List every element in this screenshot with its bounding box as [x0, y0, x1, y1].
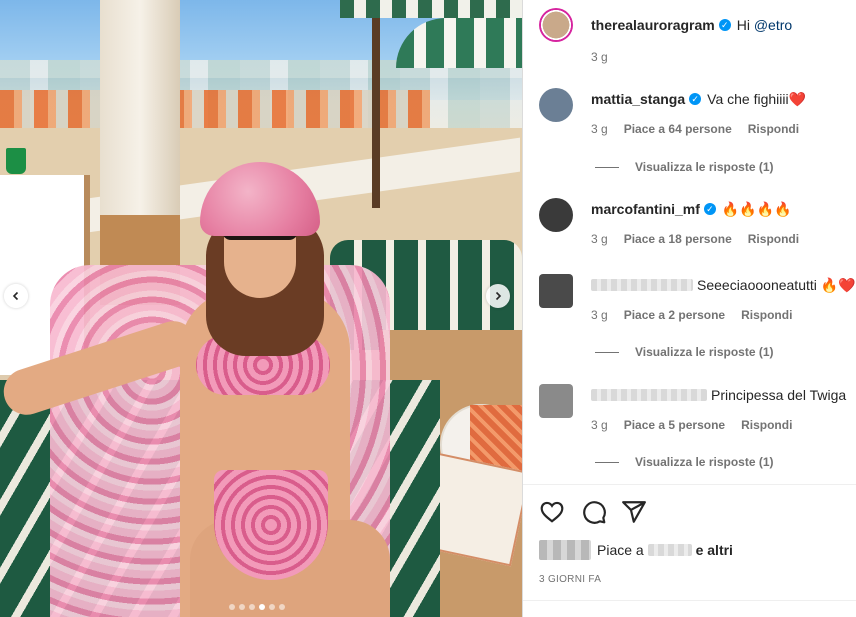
comment-mention[interactable]: @etro: [754, 16, 792, 34]
comment-likes[interactable]: Piace a 5 persone: [624, 418, 725, 432]
photo-beach-chairs: [0, 90, 430, 128]
likes-summary[interactable]: Piace a e altri: [539, 540, 733, 560]
replies-line: [595, 351, 619, 353]
comment-likes[interactable]: Piace a 64 persone: [624, 122, 732, 136]
post-time-ago[interactable]: 3 GIORNI FA: [539, 574, 601, 585]
liker-avatars: [539, 540, 591, 560]
avatar[interactable]: [539, 8, 573, 42]
likes-prefix: Piace a: [597, 542, 644, 558]
view-replies-label: Visualizza le risposte (1): [635, 345, 774, 359]
reply-button[interactable]: Rispondi: [741, 308, 792, 322]
comment-icon[interactable]: [581, 499, 607, 525]
chevron-right-icon: [495, 291, 502, 301]
photo-umbrella: [396, 18, 522, 68]
photo-awning: [340, 0, 522, 18]
carousel-prev-button[interactable]: [4, 284, 28, 308]
blurred-username: [591, 279, 693, 291]
avatar[interactable]: [539, 384, 573, 418]
carousel-dot: [269, 604, 275, 610]
avatar[interactable]: [539, 198, 573, 232]
replies-line: [595, 461, 619, 463]
comment-item: mattia_stanga ✓ Va che fighiiii ❤️ 3 g P…: [539, 88, 839, 136]
comment-item: Principessa del Twiga 3 g Piace a 5 pers…: [539, 384, 846, 432]
comment-likes[interactable]: Piace a 18 persone: [624, 232, 732, 246]
comment-item: marcofantini_mf ✓ 🔥🔥🔥🔥 3 g Piace a 18 pe…: [539, 198, 839, 246]
comment-time[interactable]: 3 g: [591, 418, 608, 432]
photo-bikini-bottom: [214, 470, 328, 580]
likes-suffix[interactable]: e altri: [696, 542, 733, 558]
post-photo[interactable]: [0, 0, 522, 617]
comment-time[interactable]: 3 g: [591, 50, 608, 64]
post-actions-bar: [523, 484, 856, 540]
comment-item: Seeeciaoooneatutti 🔥❤️ 3 g Piace a 2 per…: [539, 274, 856, 322]
carousel-next-button[interactable]: [486, 284, 510, 308]
verified-badge-icon: ✓: [703, 203, 716, 215]
divider: [523, 600, 856, 601]
carousel-dot: [239, 604, 245, 610]
comment-text: 🔥🔥🔥🔥: [721, 201, 792, 217]
reply-button[interactable]: Rispondi: [741, 418, 792, 432]
comment-text: Va che fighiiii: [707, 91, 789, 107]
comment-time[interactable]: 3 g: [591, 122, 608, 136]
carousel-dot: [229, 604, 235, 610]
verified-badge-icon: ✓: [689, 93, 702, 105]
photo-pole: [372, 18, 380, 208]
blurred-liker-name: [647, 544, 692, 556]
view-replies-button[interactable]: Visualizza le risposte (1): [595, 160, 774, 174]
comment-username[interactable]: marcofantini_mf: [591, 200, 700, 218]
heart-icon[interactable]: [539, 499, 565, 525]
avatar[interactable]: [539, 274, 573, 308]
comment-emoji: 🔥❤️: [820, 277, 856, 293]
carousel-dot-active: [259, 604, 265, 610]
photo-cup: [6, 148, 26, 174]
avatar[interactable]: [539, 88, 573, 122]
verified-badge-icon: ✓: [718, 19, 731, 31]
comment-time[interactable]: 3 g: [591, 308, 608, 322]
comment-emoji: ❤️: [788, 91, 807, 107]
reply-button[interactable]: Rispondi: [748, 122, 799, 136]
comment-text: Hi: [736, 17, 750, 33]
carousel-dot: [249, 604, 255, 610]
reply-button[interactable]: Rispondi: [748, 232, 799, 246]
comment-item: therealauroragram ✓ Hi @etro 3 g: [539, 8, 839, 64]
carousel-dots: [229, 604, 285, 610]
view-replies-label: Visualizza le risposte (1): [635, 160, 774, 174]
comment-time[interactable]: 3 g: [591, 232, 608, 246]
comment-text: Principessa del Twiga: [711, 387, 847, 403]
comment-likes[interactable]: Piace a 2 persone: [624, 308, 725, 322]
blurred-username: [591, 389, 707, 401]
comment-username[interactable]: mattia_stanga: [591, 90, 685, 108]
comments-panel: therealauroragram ✓ Hi @etro 3 g mattia_…: [522, 0, 856, 617]
view-replies-label: Visualizza le risposte (1): [635, 455, 774, 469]
view-replies-button[interactable]: Visualizza le risposte (1): [595, 455, 774, 469]
comment-text: Seeeciaoooneatutti: [697, 277, 817, 293]
carousel-dot: [279, 604, 285, 610]
replies-line: [595, 166, 619, 168]
chevron-left-icon: [12, 291, 19, 301]
view-replies-button[interactable]: Visualizza le risposte (1): [595, 345, 774, 359]
share-icon[interactable]: [621, 499, 647, 525]
comment-username[interactable]: therealauroragram: [591, 16, 715, 34]
